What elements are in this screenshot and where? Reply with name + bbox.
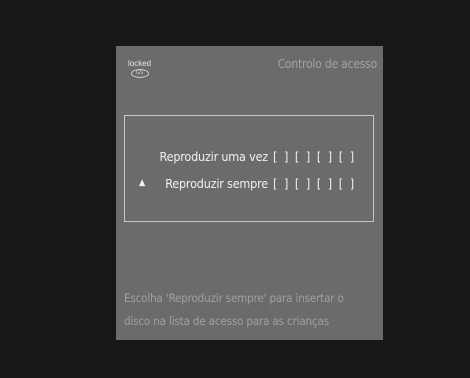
playback-options-panel: Reproduzir uma vez [ ] [ ] [ ] [ ] ▲ Rep… (124, 115, 374, 222)
selection-marker-icon: ▲ (139, 178, 146, 188)
help-line: Escolha 'Reproduzir sempre' para inserta… (124, 291, 344, 305)
access-control-screen: locked GS Controlo de acesso Reproduzir … (116, 46, 383, 340)
pin-code-field[interactable]: [ ] [ ] [ ] [ ] (273, 176, 355, 191)
option-play-once[interactable]: Reproduzir uma vez [ ] [ ] [ ] [ ] (125, 149, 373, 169)
pin-code-field[interactable]: [ ] [ ] [ ] [ ] (273, 149, 355, 164)
option-play-always[interactable]: ▲ Reproduzir sempre [ ] [ ] [ ] [ ] (125, 176, 373, 196)
locked-indicator: locked GS (128, 59, 151, 78)
help-line: disco na lista de acesso para as criança… (124, 314, 329, 328)
option-label: Reproduzir sempre (165, 176, 268, 191)
option-label: Reproduzir uma vez (159, 149, 269, 164)
help-text: Escolha 'Reproduzir sempre' para inserta… (124, 287, 380, 333)
lock-badge-icon: GS (130, 69, 149, 78)
locked-label: locked (128, 59, 152, 68)
screen-title: Controlo de acesso (277, 57, 378, 71)
